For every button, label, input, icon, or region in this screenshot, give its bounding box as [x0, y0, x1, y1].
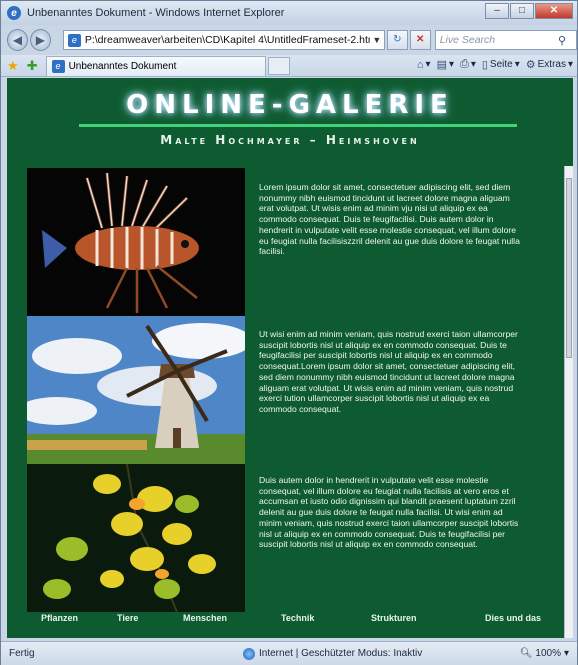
minimize-button[interactable]: –	[485, 3, 509, 19]
security-zone[interactable]: Internet | Geschützter Modus: Inaktiv	[243, 647, 423, 660]
zoom-control[interactable]: 🔍︎ 100% ▾	[520, 648, 569, 659]
page-icon: ▯	[481, 59, 488, 71]
chevron-down-icon[interactable]: ▼	[370, 35, 384, 45]
home-icon: ⌂	[416, 58, 424, 71]
paragraph-1: Lorem ipsum dolor sit amet, consectetuer…	[259, 182, 520, 257]
command-bar: ⌂ ▾ ▤ ▾ ⎙ ▾ ▯ Seite ▾ ⚙ Extras ▾	[417, 58, 573, 71]
security-zone-label: Internet | Geschützter Modus: Inaktiv	[259, 648, 423, 659]
text-frame-scrollbar[interactable]	[564, 166, 573, 638]
address-row: ◀ ▶ e P:\dreamweaver\arbeiten\CD\Kapitel…	[1, 27, 577, 53]
nav-item-pflanzen[interactable]: Pflanzen	[41, 613, 78, 623]
zoom-icon: 🔍︎	[519, 648, 533, 659]
maximize-button[interactable]: □	[510, 3, 534, 19]
page-content: ONLINE-GALERIE Malte Hochmayer – Heimsho…	[7, 78, 573, 638]
nav-item-technik[interactable]: Technik	[281, 613, 314, 623]
paragraph-3: Duis autem dolor in hendrerit in vulputa…	[259, 475, 519, 550]
nav-item-strukturen[interactable]: Strukturen	[371, 613, 417, 623]
tools-menu[interactable]: ⚙ Extras ▾	[526, 58, 573, 71]
status-text: Fertig	[9, 648, 35, 659]
address-url: P:\dreamweaver\arbeiten\CD\Kapitel 4\Unt…	[84, 34, 370, 46]
photo-leaves[interactable]	[27, 464, 245, 612]
site-subtitle: Malte Hochmayer – Heimshoven	[160, 133, 420, 147]
photo-gallery	[27, 168, 245, 612]
scroll-thumb[interactable]	[566, 178, 572, 358]
search-placeholder: Live Search	[439, 34, 496, 46]
forward-button[interactable]: ▶	[29, 29, 51, 51]
browser-window: e Unbenanntes Dokument - Windows Interne…	[0, 0, 578, 665]
page-menu[interactable]: ▯ Seite ▾	[482, 58, 520, 71]
close-button[interactable]: ✕	[535, 3, 573, 19]
print-button[interactable]: ⎙ ▾	[460, 58, 476, 71]
globe-icon	[243, 647, 255, 660]
window-controls: – □ ✕	[485, 3, 573, 19]
tab-label: Unbenanntes Dokument	[68, 60, 177, 72]
gear-icon: ⚙	[525, 59, 536, 71]
arrow-right-icon: ▶	[35, 33, 45, 47]
close-icon: ✕	[416, 34, 425, 45]
nav-item-tiere[interactable]: Tiere	[117, 613, 138, 623]
stop-button[interactable]: ✕	[409, 30, 431, 50]
nav-item-dies-und-das[interactable]: Dies und das	[485, 613, 541, 623]
page-icon: e	[67, 33, 81, 47]
title-divider	[79, 124, 517, 127]
photo-windmill[interactable]	[27, 316, 245, 464]
feed-icon: ▤	[436, 59, 447, 71]
add-favorites-icon[interactable]: ✚	[27, 58, 38, 74]
feeds-button[interactable]: ▤ ▾	[437, 58, 454, 71]
paragraph-2: Ut wisi enim ad minim veniam, quis nostr…	[259, 329, 518, 414]
new-tab-button[interactable]	[267, 56, 290, 75]
ie-logo-icon: e	[7, 6, 21, 20]
page-icon: e	[51, 59, 65, 73]
chevron-down-icon: ▾	[563, 648, 569, 659]
tools-menu-label: Extras	[537, 59, 566, 70]
nav-item-menschen[interactable]: Menschen	[183, 613, 227, 623]
window-title: Unbenanntes Dokument - Windows Internet …	[27, 7, 285, 19]
search-icon[interactable]: ⚲	[558, 34, 576, 47]
refresh-button[interactable]: ↻	[386, 30, 408, 50]
status-bar: Fertig Internet | Geschützter Modus: Ina…	[1, 641, 577, 665]
arrow-left-icon: ◀	[12, 33, 23, 47]
zoom-level: 100%	[535, 648, 561, 659]
refresh-icon: ↻	[393, 34, 402, 45]
printer-icon: ⎙	[460, 58, 469, 70]
title-bar: e Unbenanntes Dokument - Windows Interne…	[1, 1, 577, 25]
address-bar[interactable]: e P:\dreamweaver\arbeiten\CD\Kapitel 4\U…	[62, 30, 385, 50]
site-title: ONLINE-GALERIE	[126, 90, 454, 120]
favorites-star-icon[interactable]: ★	[7, 58, 19, 74]
back-button[interactable]: ◀	[7, 29, 28, 51]
tab-active[interactable]: e Unbenanntes Dokument	[45, 55, 266, 76]
photo-lionfish[interactable]	[27, 168, 245, 316]
home-button[interactable]: ⌂ ▾	[417, 59, 431, 71]
tab-row: ★ ✚ e Unbenanntes Dokument ⌂ ▾ ▤ ▾ ⎙ ▾ ▯ Sei…	[1, 55, 577, 77]
search-input[interactable]: Live Search ⚲	[434, 30, 577, 50]
page-menu-label: Seite	[489, 59, 513, 70]
